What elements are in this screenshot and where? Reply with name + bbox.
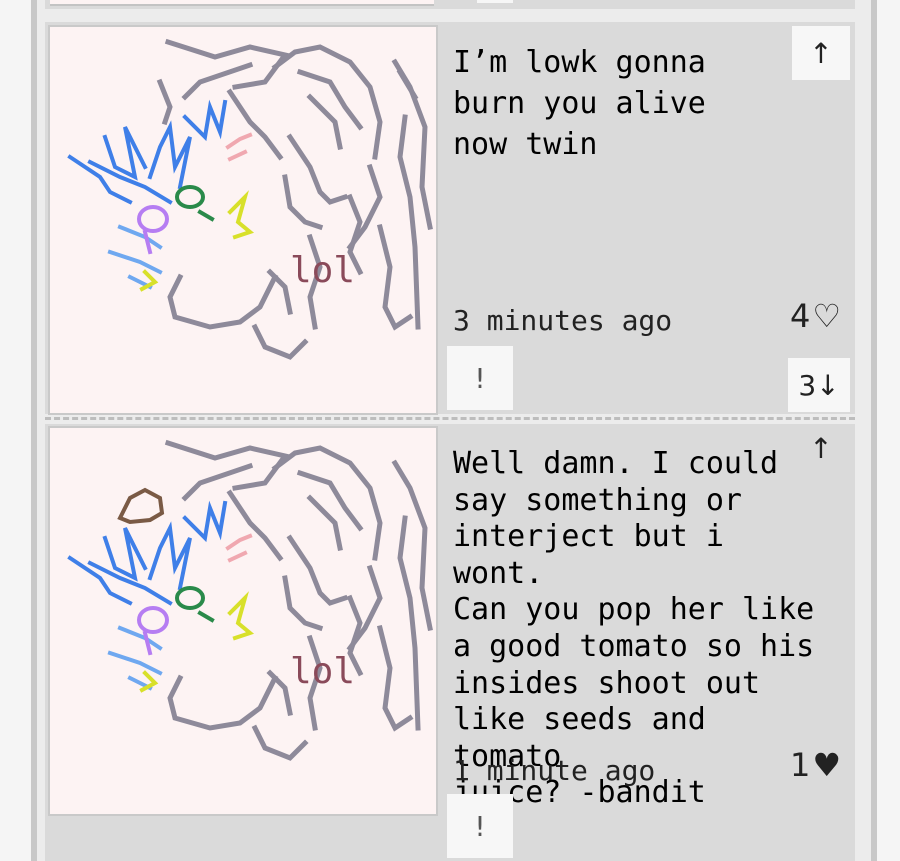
like-count: 1 <box>789 746 811 784</box>
replies-button[interactable]: 3↓ <box>788 358 850 412</box>
post-timestamp: 3 minutes ago <box>453 304 673 337</box>
right-gutter <box>877 0 900 861</box>
previous-button-edge <box>477 0 513 3</box>
previous-drawing-edge <box>50 0 434 6</box>
like-count: 4 <box>789 297 811 335</box>
drawing-canvas: lol <box>67 439 433 761</box>
upvote-button[interactable]: ↑ <box>792 26 850 80</box>
like-button[interactable]: 1 ♥ <box>790 746 841 784</box>
post-caption: I’m lowk gonna burn you alive now twin <box>453 45 706 162</box>
post-card: lol Well damn. I could say something or … <box>45 424 855 861</box>
like-button[interactable]: 4 ♡ <box>790 297 841 335</box>
heart-outline-icon: ♡ <box>812 297 841 335</box>
post-card: lol I’m lowk gonna burn you alive now tw… <box>45 22 855 414</box>
drawing-lol-text: lol <box>290 651 355 692</box>
previous-post-edge <box>45 0 855 9</box>
drawing-image[interactable]: lol <box>50 27 436 413</box>
drawing-canvas: lol <box>67 38 433 360</box>
upvote-button[interactable]: ↑ <box>792 424 850 472</box>
drawing-image[interactable]: lol <box>50 428 436 814</box>
drawing-lol-text: lol <box>290 250 355 291</box>
report-button[interactable]: ! <box>447 794 513 858</box>
left-gutter <box>0 0 31 861</box>
post-divider <box>45 417 855 420</box>
heart-filled-icon: ♥ <box>812 746 841 784</box>
report-button[interactable]: ! <box>447 346 513 410</box>
post-timestamp: 1 minute ago <box>453 754 656 787</box>
